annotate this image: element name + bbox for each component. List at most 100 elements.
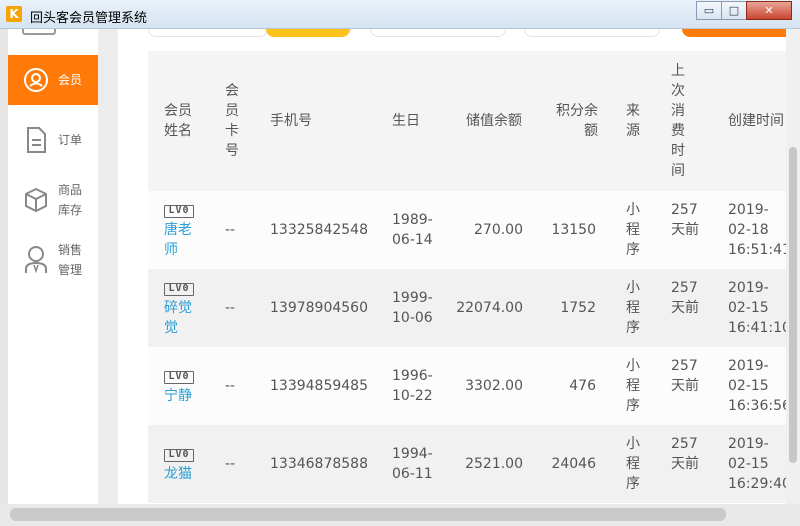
member-name-link[interactable]: 宁静	[164, 386, 204, 406]
birthday-year: 1994-	[392, 446, 433, 462]
table-row[interactable]: LV0 碎觉觉 -- 13978904560 1999- 10-06 22074…	[148, 269, 786, 347]
created-clock: 16:29:40	[728, 476, 786, 492]
phone-number: 13394859485	[270, 378, 368, 394]
created-date: 02-18	[728, 222, 769, 238]
created-date: 02-15	[728, 300, 769, 316]
member-name-cell: LV0 龙猫	[164, 449, 204, 484]
last-visit: 257天前	[671, 436, 699, 472]
birthday-date: 06-11	[392, 466, 433, 482]
created-year: 2019-	[728, 436, 769, 452]
points-balance: 476	[569, 378, 596, 394]
add-member-button[interactable]	[682, 29, 786, 37]
points-balance: 1752	[560, 300, 596, 316]
created-date: 02-15	[728, 456, 769, 472]
phone-number: 13325842548	[270, 222, 368, 238]
source: 小程序	[626, 436, 640, 492]
birthday: 1996- 10-22	[392, 366, 433, 406]
created-time: 2019- 02-18 16:51:41	[728, 200, 786, 260]
last-visit: 257天前	[671, 280, 699, 316]
window-left-frame	[0, 29, 8, 526]
window-title-bar[interactable]: K 回头客会员管理系统 ▭ □ ✕	[0, 0, 800, 29]
points-balance: 13150	[551, 222, 596, 238]
source: 小程序	[626, 202, 640, 258]
created-time: 2019- 02-15 16:36:56	[728, 356, 786, 416]
source: 小程序	[626, 280, 640, 336]
birthday-year: 1999-	[392, 290, 433, 306]
member-table: 会员姓名 会员卡号 手机号 生日 储值余额 积分余额 来源 上次消费时间 创建时…	[148, 51, 786, 504]
member-name-cell: LV0 宁静	[164, 371, 204, 406]
window-title: 回头客会员管理系统	[30, 11, 148, 26]
sidebar: 会员 订单 商品库存 销售管理	[8, 29, 98, 504]
created-year: 2019-	[728, 280, 769, 296]
created-time: 2019- 02-15 16:29:40	[728, 434, 786, 494]
table-row[interactable]: LV0 唐老师 -- 13325842548 1989- 06-14 270.0…	[148, 191, 786, 269]
sidebar-item-label: 订单	[58, 133, 83, 147]
vertical-scroll-thumb[interactable]	[789, 147, 797, 463]
member-list-panel: 会员姓名 会员卡号 手机号 生日 储值余额 积分余额 来源 上次消费时间 创建时…	[118, 29, 786, 504]
sidebar-item-member[interactable]: 会员	[8, 55, 98, 105]
filter-select[interactable]	[370, 29, 506, 37]
header-last-visit: 上次消费时间	[671, 63, 685, 179]
created-year: 2019-	[728, 358, 769, 374]
phone-number: 13978904560	[270, 300, 368, 316]
card-number: --	[225, 222, 236, 238]
content-gutter	[98, 29, 118, 504]
last-visit: 257天前	[671, 202, 699, 238]
member-name-cell: LV0 唐老师	[164, 205, 194, 260]
birthday: 1994- 06-11	[392, 444, 433, 484]
window-controls: ▭ □ ✕	[696, 1, 792, 20]
sidebar-item-label: 销售管理	[58, 243, 83, 277]
stored-balance: 2521.00	[465, 456, 523, 472]
card-number: --	[225, 456, 236, 472]
minimize-button[interactable]: ▭	[696, 1, 722, 20]
birthday-date: 10-22	[392, 388, 433, 404]
header-card: 会员卡号	[225, 83, 239, 159]
member-name-link[interactable]: 唐老师	[164, 220, 194, 260]
created-year: 2019-	[728, 202, 769, 218]
header-points: 积分余额	[556, 103, 598, 139]
card-number: --	[225, 300, 236, 316]
horizontal-scrollbar[interactable]	[0, 504, 800, 526]
source: 小程序	[626, 358, 640, 414]
sidebar-item-inventory[interactable]: 商品库存	[8, 175, 98, 225]
card-number: --	[225, 378, 236, 394]
level-badge: LV0	[164, 449, 194, 462]
stored-balance: 270.00	[474, 222, 523, 238]
sidebar-item-label: 会员	[58, 73, 83, 87]
header-created: 创建时间	[728, 113, 784, 129]
table-row[interactable]: LV0 龙猫 -- 13346878588 1994- 06-11 2521.0…	[148, 425, 786, 503]
created-clock: 16:36:56	[728, 398, 786, 414]
created-clock: 16:51:41	[728, 242, 786, 258]
filter-date[interactable]	[524, 29, 660, 37]
birthday-year: 1996-	[392, 368, 433, 384]
sidebar-item-sales[interactable]: 销售管理	[8, 235, 98, 285]
birthday-date: 10-06	[392, 310, 433, 326]
filter-input[interactable]	[148, 29, 268, 37]
app-logo-icon: K	[6, 6, 22, 22]
inventory-box-icon	[22, 186, 50, 214]
member-icon	[22, 66, 50, 94]
created-time: 2019- 02-15 16:41:10	[728, 278, 786, 338]
table-row[interactable]: LV0 宁静 -- 13394859485 1996- 10-22 3302.0…	[148, 347, 786, 425]
sidebar-item-label: 商品库存	[58, 183, 83, 217]
member-name-link[interactable]: 碎觉觉	[164, 298, 194, 338]
points-balance: 24046	[551, 456, 596, 472]
level-badge: LV0	[164, 283, 194, 296]
vertical-scrollbar[interactable]	[786, 29, 800, 504]
level-badge: LV0	[164, 371, 194, 384]
sidebar-item-order[interactable]: 订单	[8, 115, 98, 165]
close-button[interactable]: ✕	[746, 1, 792, 20]
birthday-date: 06-14	[392, 232, 433, 248]
filter-button[interactable]	[266, 29, 350, 37]
sales-person-icon	[22, 246, 50, 274]
maximize-button[interactable]: □	[721, 1, 747, 20]
header-balance: 储值余额	[466, 113, 522, 129]
table-header: 会员姓名 会员卡号 手机号 生日 储值余额 积分余额 来源 上次消费时间 创建时…	[148, 51, 786, 191]
member-name-link[interactable]: 龙猫	[164, 464, 204, 484]
horizontal-scroll-thumb[interactable]	[10, 508, 726, 521]
phone-number: 13346878588	[270, 456, 368, 472]
created-date: 02-15	[728, 378, 769, 394]
birthday: 1989- 06-14	[392, 210, 433, 250]
birthday: 1999- 10-06	[392, 288, 433, 328]
stored-balance: 22074.00	[456, 300, 523, 316]
